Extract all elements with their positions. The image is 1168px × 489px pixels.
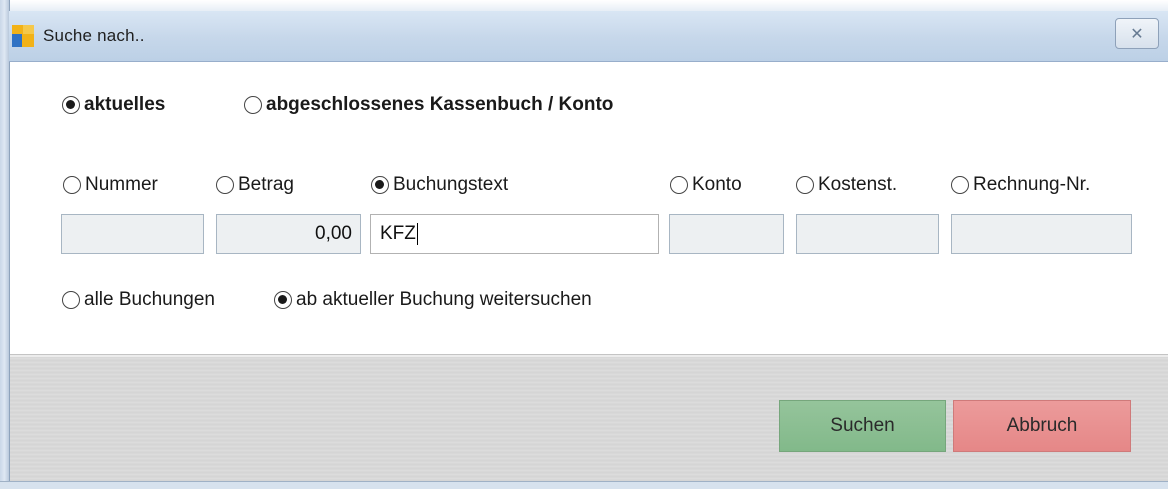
radio-label: alle Buchungen bbox=[84, 289, 215, 310]
radio-unselected-icon bbox=[62, 291, 80, 309]
konto-input[interactable] bbox=[669, 214, 784, 254]
radio-label: ab aktueller Buchung weitersuchen bbox=[296, 289, 592, 310]
betrag-value: 0,00 bbox=[315, 223, 352, 244]
radio-buchungstext[interactable]: Buchungstext bbox=[371, 174, 508, 196]
radio-kostenst[interactable]: Kostenst. bbox=[796, 174, 897, 196]
radio-label: abgeschlossenes Kassenbuch / Konto bbox=[266, 94, 614, 115]
radio-konto[interactable]: Konto bbox=[670, 174, 742, 196]
radio-unselected-icon bbox=[244, 96, 262, 114]
footer-separator bbox=[10, 355, 1168, 357]
rechnung-nr-input[interactable] bbox=[951, 214, 1132, 254]
buchungstext-value: KFZ bbox=[380, 223, 416, 244]
title-bar[interactable]: Suche nach.. ✕ bbox=[9, 11, 1168, 62]
radio-unselected-icon bbox=[63, 176, 81, 194]
betrag-input[interactable]: 0,00 bbox=[216, 214, 361, 254]
close-button[interactable]: ✕ bbox=[1115, 18, 1159, 49]
radio-label: Rechnung-Nr. bbox=[973, 174, 1091, 195]
window-title: Suche nach.. bbox=[43, 26, 145, 45]
radio-rechnung-nr[interactable]: Rechnung-Nr. bbox=[951, 174, 1090, 196]
radio-unselected-icon bbox=[670, 176, 688, 194]
radio-unselected-icon bbox=[796, 176, 814, 194]
close-icon: ✕ bbox=[1130, 25, 1144, 43]
kostenst-input[interactable] bbox=[796, 214, 939, 254]
radio-label: aktuelles bbox=[84, 94, 166, 115]
dialog-content: aktuelles abgeschlossenes Kassenbuch / K… bbox=[10, 62, 1168, 354]
search-button[interactable]: Suchen bbox=[779, 400, 946, 452]
radio-alle-buchungen[interactable]: alle Buchungen bbox=[62, 289, 215, 311]
radio-selected-icon bbox=[371, 176, 389, 194]
radio-label: Betrag bbox=[238, 174, 294, 195]
radio-label: Konto bbox=[692, 174, 742, 195]
radio-betrag[interactable]: Betrag bbox=[216, 174, 294, 196]
radio-unselected-icon bbox=[951, 176, 969, 194]
app-logo-icon bbox=[12, 25, 34, 47]
search-dialog: Suche nach.. ✕ aktuelles abgeschlossenes… bbox=[0, 0, 1168, 489]
nummer-input[interactable] bbox=[61, 214, 204, 254]
radio-label: Kostenst. bbox=[818, 174, 898, 195]
window-frame-bottom bbox=[0, 481, 1168, 489]
radio-unselected-icon bbox=[216, 176, 234, 194]
radio-selected-icon bbox=[274, 291, 292, 309]
buchungstext-input[interactable]: KFZ bbox=[370, 214, 659, 254]
radio-selected-icon bbox=[62, 96, 80, 114]
radio-aktuelles[interactable]: aktuelles bbox=[62, 94, 165, 116]
radio-label: Buchungstext bbox=[393, 174, 509, 195]
radio-ab-aktueller-buchung[interactable]: ab aktueller Buchung weitersuchen bbox=[274, 289, 592, 311]
window-frame-top bbox=[0, 0, 1168, 11]
radio-label: Nummer bbox=[85, 174, 158, 195]
text-cursor bbox=[416, 223, 418, 245]
cancel-button[interactable]: Abbruch bbox=[953, 400, 1131, 452]
radio-abgeschlossenes[interactable]: abgeschlossenes Kassenbuch / Konto bbox=[244, 94, 613, 116]
radio-nummer[interactable]: Nummer bbox=[63, 174, 158, 196]
window-frame-left bbox=[0, 0, 10, 489]
